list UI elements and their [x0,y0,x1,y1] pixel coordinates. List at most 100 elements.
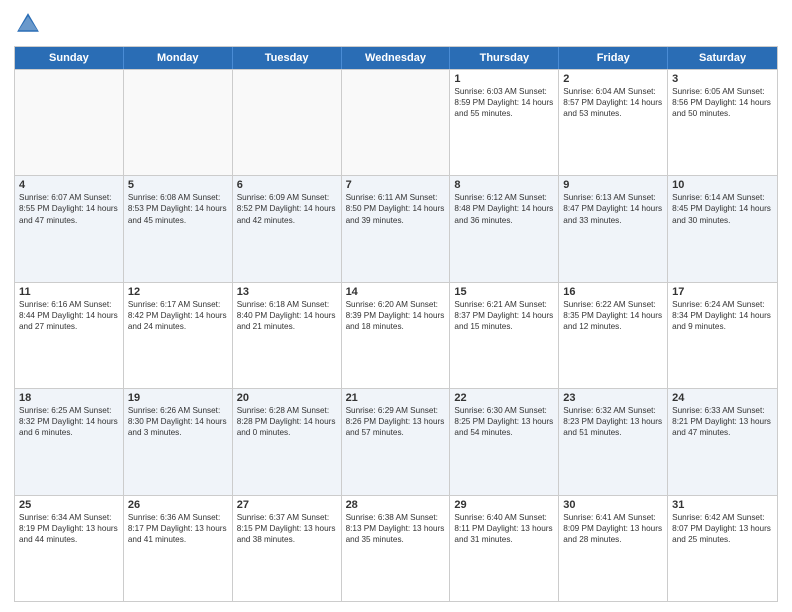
calendar-cell: 1Sunrise: 6:03 AM Sunset: 8:59 PM Daylig… [450,70,559,175]
day-number: 1 [454,73,554,85]
calendar-cell: 18Sunrise: 6:25 AM Sunset: 8:32 PM Dayli… [15,389,124,494]
day-number: 10 [672,179,773,191]
calendar-cell: 26Sunrise: 6:36 AM Sunset: 8:17 PM Dayli… [124,496,233,601]
day-number: 19 [128,392,228,404]
day-info: Sunrise: 6:08 AM Sunset: 8:53 PM Dayligh… [128,192,228,225]
day-info: Sunrise: 6:11 AM Sunset: 8:50 PM Dayligh… [346,192,446,225]
calendar-cell: 13Sunrise: 6:18 AM Sunset: 8:40 PM Dayli… [233,283,342,388]
header [14,10,778,38]
calendar-cell: 23Sunrise: 6:32 AM Sunset: 8:23 PM Dayli… [559,389,668,494]
calendar-row-3: 18Sunrise: 6:25 AM Sunset: 8:32 PM Dayli… [15,388,777,494]
day-info: Sunrise: 6:05 AM Sunset: 8:56 PM Dayligh… [672,86,773,119]
calendar-cell: 25Sunrise: 6:34 AM Sunset: 8:19 PM Dayli… [15,496,124,601]
calendar-cell: 11Sunrise: 6:16 AM Sunset: 8:44 PM Dayli… [15,283,124,388]
calendar-cell: 10Sunrise: 6:14 AM Sunset: 8:45 PM Dayli… [668,176,777,281]
day-number: 8 [454,179,554,191]
header-day-monday: Monday [124,47,233,69]
calendar-cell: 8Sunrise: 6:12 AM Sunset: 8:48 PM Daylig… [450,176,559,281]
calendar-cell: 22Sunrise: 6:30 AM Sunset: 8:25 PM Dayli… [450,389,559,494]
day-info: Sunrise: 6:37 AM Sunset: 8:15 PM Dayligh… [237,512,337,545]
day-number: 30 [563,499,663,511]
day-info: Sunrise: 6:40 AM Sunset: 8:11 PM Dayligh… [454,512,554,545]
day-number: 28 [346,499,446,511]
header-day-friday: Friday [559,47,668,69]
day-number: 25 [19,499,119,511]
calendar-cell: 14Sunrise: 6:20 AM Sunset: 8:39 PM Dayli… [342,283,451,388]
day-number: 31 [672,499,773,511]
calendar-cell: 29Sunrise: 6:40 AM Sunset: 8:11 PM Dayli… [450,496,559,601]
day-info: Sunrise: 6:16 AM Sunset: 8:44 PM Dayligh… [19,299,119,332]
calendar-cell [15,70,124,175]
day-number: 15 [454,286,554,298]
day-number: 17 [672,286,773,298]
calendar-cell: 31Sunrise: 6:42 AM Sunset: 8:07 PM Dayli… [668,496,777,601]
calendar-cell: 28Sunrise: 6:38 AM Sunset: 8:13 PM Dayli… [342,496,451,601]
calendar: SundayMondayTuesdayWednesdayThursdayFrid… [14,46,778,602]
day-info: Sunrise: 6:25 AM Sunset: 8:32 PM Dayligh… [19,405,119,438]
calendar-cell [342,70,451,175]
calendar-cell: 30Sunrise: 6:41 AM Sunset: 8:09 PM Dayli… [559,496,668,601]
day-number: 2 [563,73,663,85]
day-number: 24 [672,392,773,404]
day-number: 11 [19,286,119,298]
calendar-cell: 6Sunrise: 6:09 AM Sunset: 8:52 PM Daylig… [233,176,342,281]
header-day-sunday: Sunday [15,47,124,69]
day-info: Sunrise: 6:26 AM Sunset: 8:30 PM Dayligh… [128,405,228,438]
day-number: 12 [128,286,228,298]
day-info: Sunrise: 6:20 AM Sunset: 8:39 PM Dayligh… [346,299,446,332]
header-day-wednesday: Wednesday [342,47,451,69]
calendar-cell: 20Sunrise: 6:28 AM Sunset: 8:28 PM Dayli… [233,389,342,494]
calendar-cell: 12Sunrise: 6:17 AM Sunset: 8:42 PM Dayli… [124,283,233,388]
day-info: Sunrise: 6:30 AM Sunset: 8:25 PM Dayligh… [454,405,554,438]
day-info: Sunrise: 6:17 AM Sunset: 8:42 PM Dayligh… [128,299,228,332]
calendar-cell: 24Sunrise: 6:33 AM Sunset: 8:21 PM Dayli… [668,389,777,494]
day-info: Sunrise: 6:38 AM Sunset: 8:13 PM Dayligh… [346,512,446,545]
day-number: 6 [237,179,337,191]
day-number: 9 [563,179,663,191]
day-info: Sunrise: 6:32 AM Sunset: 8:23 PM Dayligh… [563,405,663,438]
header-day-tuesday: Tuesday [233,47,342,69]
calendar-cell [124,70,233,175]
calendar-cell: 9Sunrise: 6:13 AM Sunset: 8:47 PM Daylig… [559,176,668,281]
day-number: 18 [19,392,119,404]
day-info: Sunrise: 6:28 AM Sunset: 8:28 PM Dayligh… [237,405,337,438]
day-info: Sunrise: 6:36 AM Sunset: 8:17 PM Dayligh… [128,512,228,545]
calendar-cell [233,70,342,175]
day-number: 3 [672,73,773,85]
day-number: 26 [128,499,228,511]
day-info: Sunrise: 6:24 AM Sunset: 8:34 PM Dayligh… [672,299,773,332]
day-info: Sunrise: 6:34 AM Sunset: 8:19 PM Dayligh… [19,512,119,545]
day-info: Sunrise: 6:14 AM Sunset: 8:45 PM Dayligh… [672,192,773,225]
calendar-cell: 7Sunrise: 6:11 AM Sunset: 8:50 PM Daylig… [342,176,451,281]
day-number: 7 [346,179,446,191]
day-number: 20 [237,392,337,404]
day-info: Sunrise: 6:09 AM Sunset: 8:52 PM Dayligh… [237,192,337,225]
day-info: Sunrise: 6:18 AM Sunset: 8:40 PM Dayligh… [237,299,337,332]
calendar-cell: 16Sunrise: 6:22 AM Sunset: 8:35 PM Dayli… [559,283,668,388]
calendar-header: SundayMondayTuesdayWednesdayThursdayFrid… [15,47,777,69]
day-number: 29 [454,499,554,511]
day-info: Sunrise: 6:04 AM Sunset: 8:57 PM Dayligh… [563,86,663,119]
calendar-cell: 17Sunrise: 6:24 AM Sunset: 8:34 PM Dayli… [668,283,777,388]
day-number: 13 [237,286,337,298]
day-number: 23 [563,392,663,404]
day-info: Sunrise: 6:13 AM Sunset: 8:47 PM Dayligh… [563,192,663,225]
day-number: 27 [237,499,337,511]
day-number: 21 [346,392,446,404]
day-info: Sunrise: 6:33 AM Sunset: 8:21 PM Dayligh… [672,405,773,438]
calendar-cell: 15Sunrise: 6:21 AM Sunset: 8:37 PM Dayli… [450,283,559,388]
header-day-saturday: Saturday [668,47,777,69]
page: SundayMondayTuesdayWednesdayThursdayFrid… [0,0,792,612]
day-info: Sunrise: 6:29 AM Sunset: 8:26 PM Dayligh… [346,405,446,438]
logo-icon [14,10,42,38]
calendar-body: 1Sunrise: 6:03 AM Sunset: 8:59 PM Daylig… [15,69,777,601]
day-info: Sunrise: 6:03 AM Sunset: 8:59 PM Dayligh… [454,86,554,119]
day-number: 16 [563,286,663,298]
calendar-cell: 2Sunrise: 6:04 AM Sunset: 8:57 PM Daylig… [559,70,668,175]
calendar-cell: 3Sunrise: 6:05 AM Sunset: 8:56 PM Daylig… [668,70,777,175]
calendar-cell: 4Sunrise: 6:07 AM Sunset: 8:55 PM Daylig… [15,176,124,281]
calendar-cell: 27Sunrise: 6:37 AM Sunset: 8:15 PM Dayli… [233,496,342,601]
day-number: 4 [19,179,119,191]
day-number: 14 [346,286,446,298]
calendar-row-0: 1Sunrise: 6:03 AM Sunset: 8:59 PM Daylig… [15,69,777,175]
